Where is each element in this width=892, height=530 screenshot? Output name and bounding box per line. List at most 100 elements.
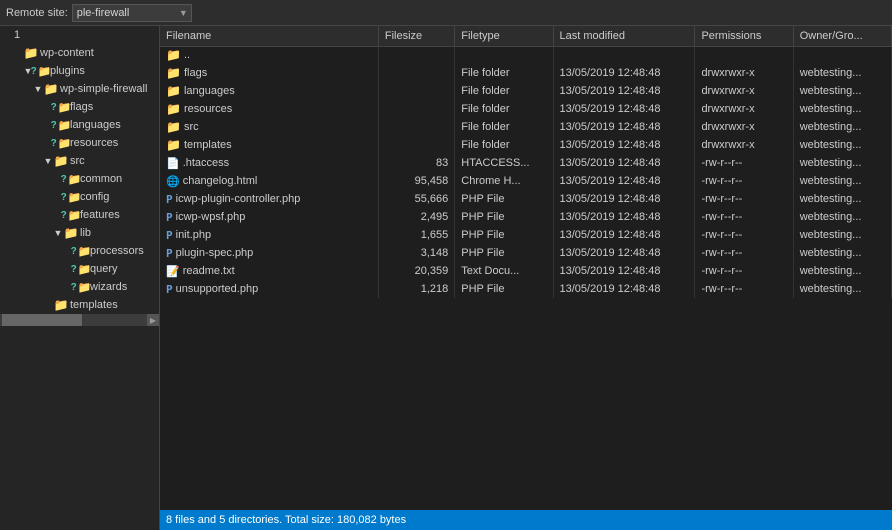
file-name-label: .. xyxy=(184,49,190,61)
file-name-label: templates xyxy=(184,139,232,151)
table-row[interactable]: Pinit.php1,655PHP File13/05/2019 12:48:4… xyxy=(160,226,892,244)
file-name-cell: 📁resources xyxy=(160,100,378,118)
table-row[interactable]: Punsupported.php1,218PHP File13/05/2019 … xyxy=(160,280,892,298)
file-permissions-cell xyxy=(695,46,793,64)
tree-item-1[interactable]: 1 xyxy=(0,26,159,44)
folder-q-icon: ? 📁 xyxy=(34,64,48,78)
file-size-cell xyxy=(378,64,454,82)
tree-item-label: flags xyxy=(70,101,93,113)
table-row[interactable]: Picwp-wpsf.php2,495PHP File13/05/2019 12… xyxy=(160,208,892,226)
table-row[interactable]: 📁templatesFile folder13/05/2019 12:48:48… xyxy=(160,136,892,154)
file-owner-cell xyxy=(793,46,891,64)
file-modified-cell: 13/05/2019 12:48:48 xyxy=(553,154,695,172)
tree-item-templates[interactable]: 📁 templates xyxy=(0,296,159,314)
tree-item-resources[interactable]: ? 📁 resources xyxy=(0,134,159,152)
table-row[interactable]: 📝readme.txt20,359Text Docu...13/05/2019 … xyxy=(160,262,892,280)
file-owner-cell: webtesting... xyxy=(793,100,891,118)
column-header-filename[interactable]: Filename xyxy=(160,26,378,46)
table-row[interactable]: 📁flagsFile folder13/05/2019 12:48:48drwx… xyxy=(160,64,892,82)
file-permissions-cell: -rw-r--r-- xyxy=(695,154,793,172)
file-name-label: init.php xyxy=(176,229,211,241)
file-type-cell: PHP File xyxy=(455,244,553,262)
file-permissions-cell: -rw-r--r-- xyxy=(695,226,793,244)
file-name-cell: 📁flags xyxy=(160,64,378,82)
table-row[interactable]: Pplugin-spec.php3,148PHP File13/05/2019 … xyxy=(160,244,892,262)
table-row[interactable]: 📁resourcesFile folder13/05/2019 12:48:48… xyxy=(160,100,892,118)
tree-item-processors[interactable]: ? 📁 processors xyxy=(0,242,159,260)
tree-item-wp-simple-firewall[interactable]: ▼ 📁 wp-simple-firewall xyxy=(0,80,159,98)
file-modified-cell: 13/05/2019 12:48:48 xyxy=(553,100,695,118)
tree-item-config[interactable]: ? 📁 config xyxy=(0,188,159,206)
file-size-cell: 95,458 xyxy=(378,172,454,190)
folder-q-icon: ? 📁 xyxy=(64,190,78,204)
table-row[interactable]: 📁srcFile folder13/05/2019 12:48:48drwxrw… xyxy=(160,118,892,136)
file-permissions-cell: drwxrwxr-x xyxy=(695,136,793,154)
file-type-cell: File folder xyxy=(455,118,553,136)
file-name-cell: 📄.htaccess xyxy=(160,154,378,172)
folder-icon: 📁 xyxy=(166,102,181,116)
file-name-label: flags xyxy=(184,67,207,79)
table-row[interactable]: 📄.htaccess83HTACCESS...13/05/2019 12:48:… xyxy=(160,154,892,172)
table-row[interactable]: 📁.. xyxy=(160,46,892,64)
file-owner-cell: webtesting... xyxy=(793,64,891,82)
file-scroll-area[interactable]: FilenameFilesizeFiletypeLast modifiedPer… xyxy=(160,26,892,510)
file-name-cell: Picwp-plugin-controller.php xyxy=(160,190,378,208)
file-type-cell: Text Docu... xyxy=(455,262,553,280)
php-icon: P xyxy=(166,193,173,206)
file-type-cell: Chrome H... xyxy=(455,172,553,190)
file-type-cell: PHP File xyxy=(455,280,553,298)
file-modified-cell: 13/05/2019 12:48:48 xyxy=(553,262,695,280)
folder-icon: 📁 xyxy=(166,120,181,134)
tree-item-label: templates xyxy=(70,299,118,311)
tree-toggle-collapse[interactable]: ▼ xyxy=(42,155,54,167)
tree-item-common[interactable]: ? 📁 common xyxy=(0,170,159,188)
tree-item-label: 1 xyxy=(14,29,20,41)
table-row[interactable]: Picwp-plugin-controller.php55,666PHP Fil… xyxy=(160,190,892,208)
folder-q-icon: ? 📁 xyxy=(64,172,78,186)
htaccess-icon: 📄 xyxy=(166,157,180,170)
column-header-last-modified[interactable]: Last modified xyxy=(553,26,695,46)
folder-q-icon: ? 📁 xyxy=(74,280,88,294)
php-icon: P xyxy=(166,211,173,224)
column-header-permissions[interactable]: Permissions xyxy=(695,26,793,46)
column-header-filesize[interactable]: Filesize xyxy=(378,26,454,46)
folder-q-icon: ? 📁 xyxy=(54,118,68,132)
table-row[interactable]: 🌐changelog.html95,458Chrome H...13/05/20… xyxy=(160,172,892,190)
tree-item-wizards[interactable]: ? 📁 wizards xyxy=(0,278,159,296)
file-permissions-cell: drwxrwxr-x xyxy=(695,82,793,100)
tree-toggle-collapse[interactable]: ▼ xyxy=(52,227,64,239)
file-name-cell: 🌐changelog.html xyxy=(160,172,378,190)
file-owner-cell: webtesting... xyxy=(793,172,891,190)
tree-item-src[interactable]: ▼ 📁 src xyxy=(0,152,159,170)
tree-item-plugins[interactable]: ▼ ? 📁 plugins xyxy=(0,62,159,80)
column-header-filetype[interactable]: Filetype xyxy=(455,26,553,46)
tree-item-label: plugins xyxy=(50,65,85,77)
file-modified-cell: 13/05/2019 12:48:48 xyxy=(553,172,695,190)
tree-item-flags[interactable]: ? 📁 flags xyxy=(0,98,159,116)
tree-toggle-collapse[interactable]: ▼ xyxy=(32,83,44,95)
tree-item-features[interactable]: ? 📁 features xyxy=(0,206,159,224)
folder-q-icon: ? 📁 xyxy=(74,244,88,258)
file-type-cell: PHP File xyxy=(455,208,553,226)
remote-site-dropdown[interactable]: ple-firewall ▼ xyxy=(72,4,192,22)
file-permissions-cell: drwxrwxr-x xyxy=(695,100,793,118)
file-type-cell: PHP File xyxy=(455,226,553,244)
file-name-label: changelog.html xyxy=(183,175,258,187)
table-row[interactable]: 📁languagesFile folder13/05/2019 12:48:48… xyxy=(160,82,892,100)
file-owner-cell: webtesting... xyxy=(793,226,891,244)
file-modified-cell: 13/05/2019 12:48:48 xyxy=(553,190,695,208)
folder-q-icon: ? 📁 xyxy=(64,208,78,222)
file-owner-cell: webtesting... xyxy=(793,154,891,172)
file-name-label: icwp-plugin-controller.php xyxy=(176,193,301,205)
file-modified-cell: 13/05/2019 12:48:48 xyxy=(553,208,695,226)
file-owner-cell: webtesting... xyxy=(793,244,891,262)
tree-item-wp-content[interactable]: 📁 wp-content xyxy=(0,44,159,62)
folder-q-icon: ? 📁 xyxy=(54,136,68,150)
tree-item-query[interactable]: ? 📁 query xyxy=(0,260,159,278)
column-header-owner-gro---[interactable]: Owner/Gro... xyxy=(793,26,891,46)
file-tree-panel: 1 📁 wp-content ▼ ? 📁 plugins ▼ 📁 wp-simp… xyxy=(0,26,160,530)
tree-item-lib[interactable]: ▼ 📁 lib xyxy=(0,224,159,242)
file-modified-cell: 13/05/2019 12:48:48 xyxy=(553,226,695,244)
tree-item-languages[interactable]: ? 📁 languages xyxy=(0,116,159,134)
file-permissions-cell: drwxrwxr-x xyxy=(695,64,793,82)
